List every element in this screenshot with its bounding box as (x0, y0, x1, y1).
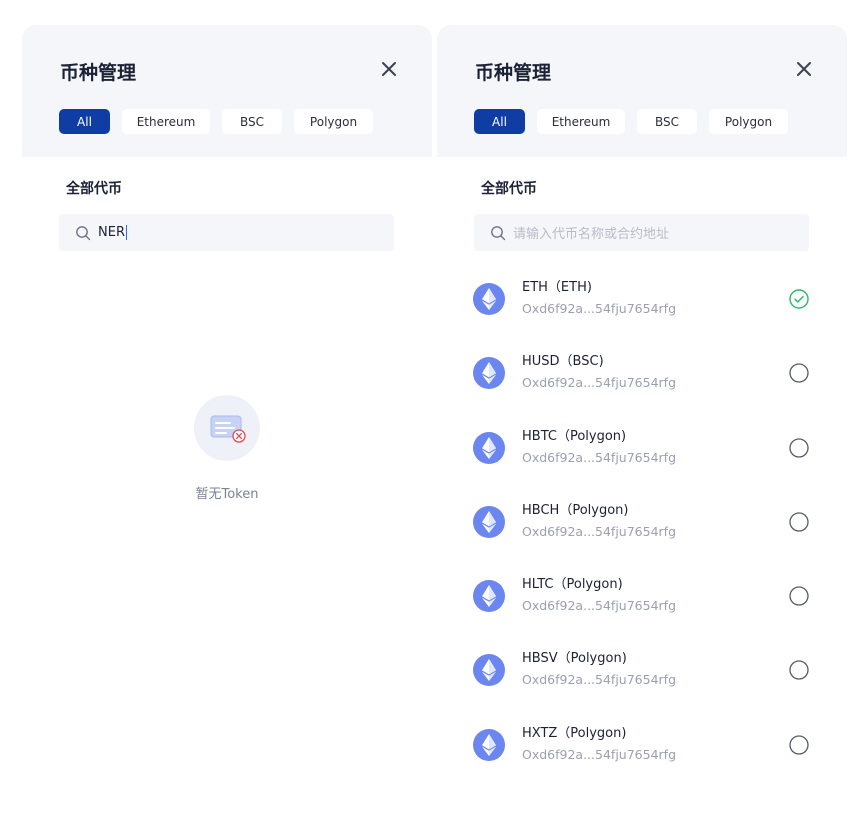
token-name: HXTZ（Polygon) (522, 725, 627, 741)
token-name: HBCH（Polygon) (522, 502, 629, 518)
tab-polygon[interactable]: Polygon (294, 109, 373, 134)
radio-empty-icon[interactable] (789, 437, 809, 458)
tab-ethereum[interactable]: Ethereum (537, 109, 625, 134)
token-address: Oxd6f92a...54fju7654rfg (522, 598, 676, 614)
close-icon[interactable] (791, 56, 817, 82)
check-circle-icon[interactable] (789, 289, 809, 309)
tab-polygon[interactable]: Polygon (709, 109, 788, 134)
ethereum-icon (473, 431, 505, 464)
search-placeholder: 请输入代币名称或合约地址 (513, 227, 670, 242)
tab-bsc[interactable]: BSC (637, 109, 697, 134)
token-name: HBTC（Polygon) (522, 428, 627, 444)
radio-empty-icon[interactable] (789, 735, 809, 755)
search-icon (75, 225, 91, 241)
ethereum-icon (473, 728, 505, 761)
token-name: HLTC（Polygon) (522, 577, 623, 593)
token-row[interactable]: ETH（ETH) Oxd6f92a...54fju7654rfg (437, 263, 847, 337)
token-row[interactable]: HBCH（Polygon) Oxd6f92a...54fju7654rfg (437, 486, 847, 560)
radio-empty-icon[interactable] (789, 363, 809, 383)
ethereum-icon (473, 283, 505, 315)
token-name: ETH（ETH) (522, 280, 592, 295)
panel-title: 币种管理 (60, 62, 137, 84)
radio-empty-icon[interactable] (789, 660, 809, 681)
chain-tabs: All Ethereum BSC Polygon (474, 109, 788, 134)
search-input[interactable]: 请输入代币名称或合约地址 (474, 214, 809, 251)
search-input[interactable]: NER (59, 214, 394, 251)
text-caret (125, 225, 127, 240)
search-icon (490, 225, 506, 241)
token-row[interactable]: HXTZ（Polygon) Oxd6f92a...54fju7654rfg (437, 709, 847, 783)
radio-empty-icon[interactable] (789, 586, 809, 606)
token-address: Oxd6f92a...54fju7654rfg (522, 301, 676, 316)
token-row[interactable]: HBSV（Polygon) Oxd6f92a...54fju7654rfg (437, 634, 847, 708)
token-row[interactable]: HUSD（BSC) Oxd6f92a...54fju7654rfg (437, 337, 847, 411)
section-title: 全部代币 (481, 181, 537, 197)
panel-header: 币种管理 All Ethereum BSC Polygon (22, 25, 432, 157)
ethereum-icon (473, 357, 505, 390)
token-address: Oxd6f92a...54fju7654rfg (522, 449, 676, 465)
ethereum-icon (473, 580, 505, 613)
tab-ethereum[interactable]: Ethereum (122, 109, 210, 134)
empty-card-error-icon (194, 395, 260, 461)
left-panel: 币种管理 All Ethereum BSC Polygon 全部代币 NER 暂… (22, 25, 432, 819)
panel-header: 币种管理 All Ethereum BSC Polygon (437, 25, 847, 157)
right-panel: 币种管理 All Ethereum BSC Polygon 全部代币 请输入代币… (437, 25, 847, 819)
token-name: HBSV（Polygon) (522, 651, 627, 667)
token-name: HUSD（BSC) (522, 354, 604, 370)
token-row[interactable]: HBTC（Polygon) Oxd6f92a...54fju7654rfg (437, 412, 847, 486)
empty-state: 暂无Token (22, 395, 432, 502)
token-list: ETH（ETH) Oxd6f92a...54fju7654rfg HUSD（BSC)… (437, 263, 847, 783)
close-icon[interactable] (376, 56, 402, 82)
radio-empty-icon[interactable] (789, 512, 809, 532)
token-address: Oxd6f92a...54fju7654rfg (522, 746, 676, 762)
token-address: Oxd6f92a...54fju7654rfg (522, 523, 676, 539)
panel-title: 币种管理 (475, 62, 552, 84)
ethereum-icon (473, 505, 505, 538)
empty-text: 暂无Token (195, 487, 259, 502)
chain-tabs: All Ethereum BSC Polygon (59, 109, 373, 134)
token-address: Oxd6f92a...54fju7654rfg (522, 672, 676, 688)
tab-all[interactable]: All (474, 109, 525, 134)
tab-bsc[interactable]: BSC (222, 109, 282, 134)
token-row[interactable]: HLTC（Polygon) Oxd6f92a...54fju7654rfg (437, 560, 847, 634)
section-title: 全部代币 (66, 181, 122, 197)
tab-all[interactable]: All (59, 109, 110, 134)
search-value: NER (98, 225, 127, 240)
ethereum-icon (473, 654, 505, 687)
token-address: Oxd6f92a...54fju7654rfg (522, 375, 676, 391)
